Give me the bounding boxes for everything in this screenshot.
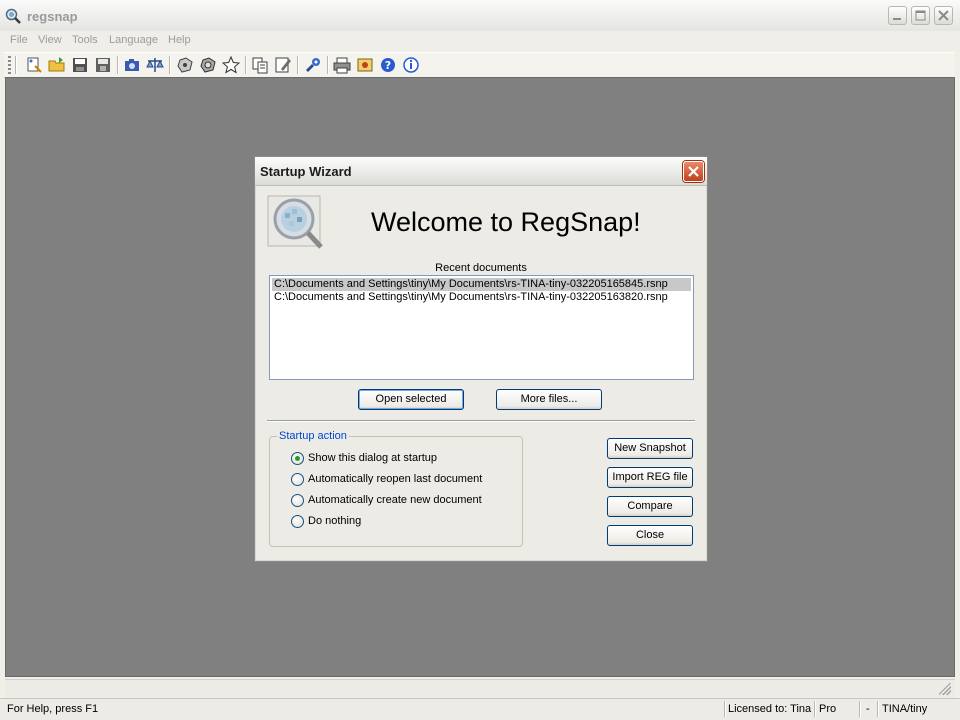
close-window-button[interactable] [934,6,953,25]
edit-icon[interactable] [274,56,292,74]
open-selected-button[interactable]: Open selected [358,389,464,410]
status-help-text: For Help, press F1 [7,703,99,715]
favorites-star-icon[interactable] [222,56,240,74]
help-icon[interactable]: ? [379,56,397,74]
close-icon [938,10,949,21]
startup-action-label: Startup action [277,430,349,442]
radio-button[interactable] [291,494,304,507]
settings-icon[interactable] [356,56,374,74]
status-separator [814,701,816,717]
dialog-title: Startup Wizard [260,164,352,179]
dialog-divider [267,420,695,422]
startup-wizard-dialog: Startup Wizard Welcome to RegSnap! Recen… [254,156,708,562]
snapshot-icon[interactable] [123,56,141,74]
radio-button[interactable] [291,473,304,486]
open-folder-icon[interactable] [48,56,66,74]
compare-button[interactable]: Compare [607,496,693,517]
radio-label: Automatically reopen last document [308,473,483,485]
copy-icon[interactable] [251,56,269,74]
magnifier-icon [5,8,21,24]
minimize-icon [893,18,901,20]
toolbar-separator [245,56,247,74]
menu-bar: File View Tools Language Help [0,31,960,51]
status-edition: Pro [819,703,837,715]
window-title: regsnap [27,9,78,24]
maximize-icon [915,10,926,21]
svg-text:?: ? [385,59,391,72]
status-separator [724,701,726,717]
close-icon [688,166,699,177]
import-reg-file-button[interactable]: Import REG file [607,467,693,488]
radio-label: Show this dialog at startup [308,452,438,464]
menu-view[interactable]: View [38,34,62,46]
status-user: TINA/tiny [882,703,928,715]
status-license: Licensed to: Tina [728,703,812,715]
print-icon[interactable] [333,56,351,74]
toolbar-separator [15,56,17,74]
toolbar-separator [169,56,171,74]
status-dash: - [866,703,870,715]
toolbar-separator [117,56,119,74]
toolbar-separator [297,56,299,74]
dialog-title-bar[interactable]: Startup Wizard [255,157,707,186]
save-as-icon[interactable] [94,56,112,74]
radio-button[interactable] [291,515,304,528]
registry-icon[interactable] [176,56,194,74]
menu-help[interactable]: Help [168,34,191,46]
info-icon[interactable] [402,56,420,74]
toolbar-separator [327,56,329,74]
radio-button[interactable] [291,452,304,465]
recent-documents-label: Recent documents [435,262,527,274]
registry-alt-icon[interactable] [199,56,217,74]
new-wizard-icon[interactable] [25,56,43,74]
menu-file[interactable]: File [10,34,28,46]
radio-label: Do nothing [308,515,362,527]
minimize-button[interactable] [888,6,907,25]
maximize-button[interactable] [911,6,930,25]
regsnap-logo-icon [267,195,323,249]
status-separator [859,701,861,717]
welcome-heading: Welcome to RegSnap! [371,207,641,237]
dialog-close-button[interactable] [683,161,704,182]
close-button[interactable]: Close [607,525,693,546]
menu-tools[interactable]: Tools [72,34,98,46]
toolbar-grip[interactable] [8,56,11,74]
compare-scales-icon[interactable] [146,56,164,74]
tools-icon[interactable] [304,56,322,74]
bottom-strip [5,679,955,698]
list-item[interactable]: C:\Documents and Settings\tiny\My Docume… [272,291,691,304]
toolbar: ? [4,52,954,78]
main-title-bar: regsnap [0,0,960,33]
status-separator [877,701,879,717]
save-icon[interactable] [71,56,89,74]
new-snapshot-button[interactable]: New Snapshot [607,438,693,459]
recent-documents-list[interactable]: C:\Documents and Settings\tiny\My Docume… [269,275,694,380]
list-item[interactable]: C:\Documents and Settings\tiny\My Docume… [272,278,691,291]
resize-grip[interactable] [939,683,951,695]
radio-label: Automatically create new document [308,494,482,506]
more-files-button[interactable]: More files... [496,389,602,410]
status-bar: For Help, press F1 Licensed to: Tina Pro… [0,698,960,720]
menu-language[interactable]: Language [109,34,158,46]
